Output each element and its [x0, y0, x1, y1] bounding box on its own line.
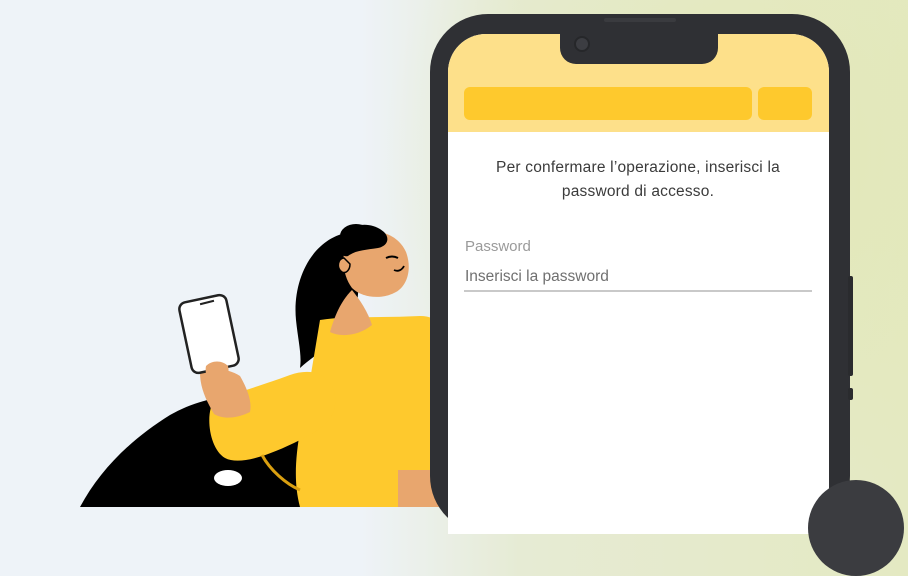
phone-side-button-small	[848, 388, 853, 400]
password-input[interactable]	[464, 264, 812, 292]
round-action-icon[interactable]	[808, 480, 904, 576]
held-phone-icon	[178, 293, 240, 375]
camera-icon	[574, 36, 590, 52]
hair-bun	[340, 224, 372, 248]
shoe-highlight	[214, 470, 242, 486]
header-placeholder-bar	[464, 87, 752, 120]
password-label: Password	[465, 238, 531, 255]
confirmation-message: Per confermare l’operazione, inserisci l…	[496, 159, 780, 200]
notch-speaker	[604, 18, 676, 22]
header-placeholder-button[interactable]	[758, 87, 812, 120]
phone-side-button	[848, 276, 853, 376]
